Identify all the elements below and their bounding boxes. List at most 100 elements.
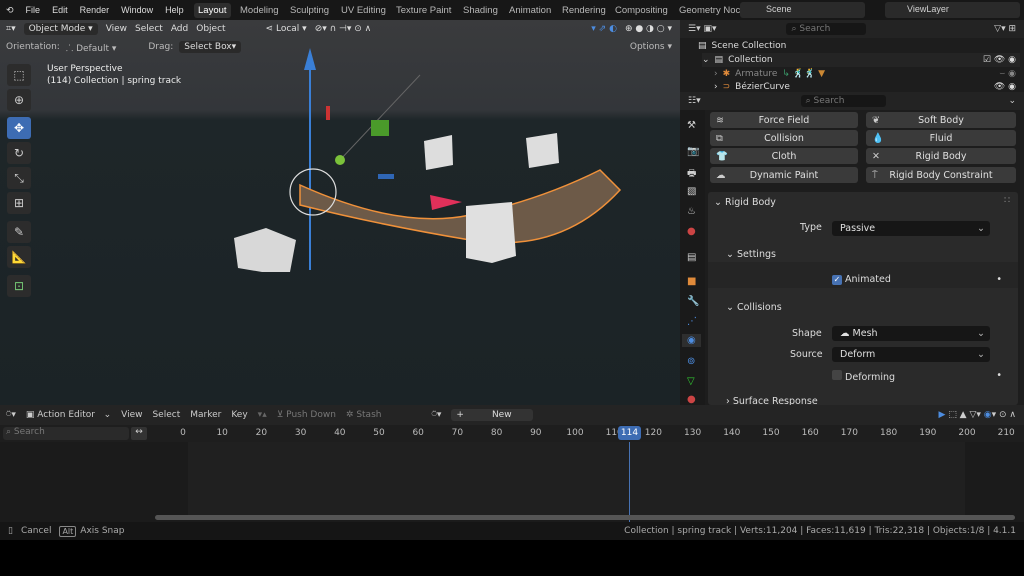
tab-shading[interactable]: Shading bbox=[459, 3, 502, 18]
shape-dropdown[interactable]: ☁ Mesh ⌄ bbox=[832, 326, 990, 341]
menu-help[interactable]: Help bbox=[159, 5, 190, 15]
surface-response-subpanel-header[interactable]: › Surface Response bbox=[726, 396, 818, 405]
push-down-button[interactable]: ⊻ Push Down bbox=[277, 410, 336, 420]
drag-handle-icon[interactable]: ∷ bbox=[1004, 195, 1010, 206]
source-dropdown[interactable]: Deform ⌄ bbox=[832, 347, 990, 362]
deforming-checkbox[interactable]: Deforming bbox=[832, 370, 895, 383]
keyframe-dot-icon[interactable]: • bbox=[996, 370, 1002, 381]
soft-body-button[interactable]: ❦ Soft Body bbox=[866, 112, 1016, 128]
timeline-filter-icons[interactable]: ▶ ⬚ ▲ ▽▾ ◉▾ ⊙ ∧ bbox=[939, 410, 1024, 420]
3d-viewport[interactable]: User Perspective (114) Collection | spri… bbox=[0, 20, 680, 405]
fluid-button[interactable]: 💧 Fluid bbox=[866, 130, 1016, 146]
properties-search[interactable]: ⌕ Search bbox=[800, 95, 886, 107]
properties-editor-icon[interactable]: ☷▾ bbox=[688, 96, 701, 106]
settings-subpanel-header[interactable]: ⌄ Settings bbox=[726, 249, 776, 260]
mode-selector[interactable]: Object Mode ▾ bbox=[23, 23, 98, 35]
cursor-tool-icon[interactable]: ⊕ bbox=[7, 89, 31, 111]
particles-tab-icon[interactable]: ⋰ bbox=[687, 316, 697, 327]
tool-tab-icon[interactable]: ⚒ bbox=[687, 120, 696, 131]
editor-mode-selector[interactable]: ▣ Action Editor ⌄ bbox=[26, 410, 111, 420]
action-browse-icon[interactable]: ⍥▾ bbox=[431, 410, 441, 420]
visibility-icons[interactable]: ⌣ ◉ bbox=[999, 69, 1020, 79]
shading-modes-icon[interactable]: ⊕ ● ◑ ○ ▾ bbox=[625, 24, 680, 34]
select-tool-icon[interactable]: ⬚ bbox=[7, 64, 31, 86]
modifier-tab-icon[interactable]: 🔧 bbox=[687, 296, 699, 307]
keyframe-dot-icon[interactable]: • bbox=[996, 274, 1002, 285]
new-action-button[interactable]: + New bbox=[451, 409, 534, 421]
gizmo-icon[interactable]: ▾ ⇗ ◐ bbox=[591, 24, 617, 34]
world-tab-icon[interactable]: ● bbox=[687, 226, 696, 237]
move-tool-icon[interactable]: ✥ bbox=[7, 117, 31, 139]
menu-select[interactable]: Select bbox=[152, 410, 180, 420]
filter-icon[interactable]: ▽▾ ⊞ bbox=[994, 24, 1024, 34]
layer-arrows-icon[interactable]: ▾▴ bbox=[258, 410, 267, 420]
rigid-body-panel-header[interactable]: ⌄ Rigid Body bbox=[714, 197, 776, 208]
menu-marker[interactable]: Marker bbox=[190, 410, 221, 420]
transform-tool-icon[interactable]: ⊞ bbox=[7, 192, 31, 214]
constraints-tab-icon[interactable]: ⊚ bbox=[687, 356, 695, 367]
add-cube-tool-icon[interactable]: ⊡ bbox=[7, 275, 31, 297]
menu-view[interactable]: View bbox=[121, 410, 142, 420]
stash-button[interactable]: ✲ Stash bbox=[346, 410, 382, 420]
tab-sculpting[interactable]: Sculpting bbox=[286, 3, 333, 18]
scene-tab-icon[interactable]: ♨ bbox=[687, 206, 696, 217]
dopesheet-area[interactable] bbox=[0, 442, 1024, 522]
tab-geometry-nodes[interactable]: Geometry Noc bbox=[675, 3, 744, 18]
collisions-subpanel-header[interactable]: ⌄ Collisions bbox=[726, 302, 782, 313]
tab-modeling[interactable]: Modeling bbox=[236, 3, 283, 18]
frame-ruler[interactable]: ⌕ Search ↔ 0 10 20 30 40 50 60 70 80 90 100 110 120 1… bbox=[0, 425, 1024, 442]
snap-icon[interactable]: ⊘▾ ∩ ⊣▾ ⊙ ∧ bbox=[315, 24, 372, 34]
render-tab-icon[interactable]: 📷 bbox=[687, 146, 699, 157]
measure-tool-icon[interactable]: 📐 bbox=[7, 246, 31, 268]
outliner-item-armature[interactable]: › ✱ Armature ↳ 🕺🕺 ▼ ⌣ ◉ bbox=[714, 67, 1020, 81]
tab-animation[interactable]: Animation bbox=[505, 3, 555, 18]
visibility-icons[interactable]: ☑ 👁 ◉ bbox=[983, 55, 1020, 65]
blender-logo-icon[interactable]: ⟲ bbox=[0, 5, 20, 16]
swap-icon[interactable]: ↔ bbox=[131, 427, 147, 440]
tab-compositing[interactable]: Compositing bbox=[611, 3, 672, 18]
scene-selector[interactable]: Scene bbox=[740, 2, 865, 18]
outliner-item-scene-collection[interactable]: ▤ Scene Collection bbox=[698, 39, 786, 53]
transform-space-selector[interactable]: ⋖ Local ▾ bbox=[266, 24, 307, 34]
menu-edit[interactable]: Edit bbox=[46, 5, 74, 15]
tab-layout[interactable]: Layout bbox=[194, 3, 231, 18]
rigid-body-constraint-button[interactable]: ⍑ Rigid Body Constraint bbox=[866, 167, 1016, 183]
force-field-button[interactable]: ≋ Force Field bbox=[710, 112, 858, 128]
output-tab-icon[interactable]: 🖶 bbox=[687, 166, 696, 183]
chevron-down-icon[interactable]: ⌄ bbox=[1008, 96, 1024, 106]
collision-button[interactable]: ⧉ Collision bbox=[710, 130, 858, 146]
menu-select[interactable]: Select bbox=[135, 24, 163, 34]
rigid-body-button[interactable]: ✕ Rigid Body bbox=[866, 148, 1016, 164]
type-dropdown[interactable]: Passive ⌄ bbox=[832, 221, 990, 236]
drag-selector[interactable]: Select Box▾ bbox=[179, 41, 242, 53]
orientation-selector[interactable]: ⸫ Default ▾ bbox=[66, 41, 117, 54]
editor-type-icon[interactable]: ⍥▾ bbox=[6, 410, 16, 420]
cloth-button[interactable]: 👕 Cloth bbox=[710, 148, 858, 164]
menu-window[interactable]: Window bbox=[115, 5, 159, 15]
current-frame-indicator[interactable]: 114 bbox=[618, 426, 641, 440]
tab-texture-paint[interactable]: Texture Paint bbox=[392, 3, 455, 18]
data-tab-icon[interactable]: ▽ bbox=[687, 376, 695, 387]
animated-checkbox[interactable]: ✓ Animated bbox=[832, 274, 891, 285]
editor-type-icon[interactable]: ⌗▾ bbox=[6, 24, 16, 34]
horizontal-scrollbar[interactable] bbox=[155, 515, 1015, 520]
options-button[interactable]: Options ▾ bbox=[630, 42, 680, 52]
object-tab-icon[interactable]: ■ bbox=[687, 276, 696, 287]
outliner-item-collection[interactable]: ⌄ ▤ Collection ☑ 👁 ◉ bbox=[702, 53, 1020, 67]
annotate-tool-icon[interactable]: ✎ bbox=[7, 221, 31, 243]
collection-tab-icon[interactable]: ▤ bbox=[687, 252, 696, 263]
viewlayer-selector[interactable]: ViewLayer bbox=[885, 2, 1020, 18]
scale-tool-icon[interactable]: ⤡ bbox=[7, 167, 31, 189]
physics-tab-icon[interactable]: ◉ bbox=[682, 334, 701, 347]
channel-search[interactable]: ⌕ Search bbox=[3, 427, 129, 440]
menu-render[interactable]: Render bbox=[74, 5, 116, 15]
dynamic-paint-button[interactable]: ☁ Dynamic Paint bbox=[710, 167, 858, 183]
menu-object[interactable]: Object bbox=[196, 24, 225, 34]
tab-rendering[interactable]: Rendering bbox=[558, 3, 610, 18]
rotate-tool-icon[interactable]: ↻ bbox=[7, 142, 31, 164]
material-tab-icon[interactable]: ● bbox=[687, 394, 696, 405]
menu-view[interactable]: View bbox=[106, 24, 127, 34]
tab-uv-editing[interactable]: UV Editing bbox=[337, 3, 390, 18]
visibility-icons[interactable]: 👁 ◉ bbox=[994, 82, 1020, 92]
outliner-search[interactable]: ⌕ Search bbox=[786, 23, 867, 35]
